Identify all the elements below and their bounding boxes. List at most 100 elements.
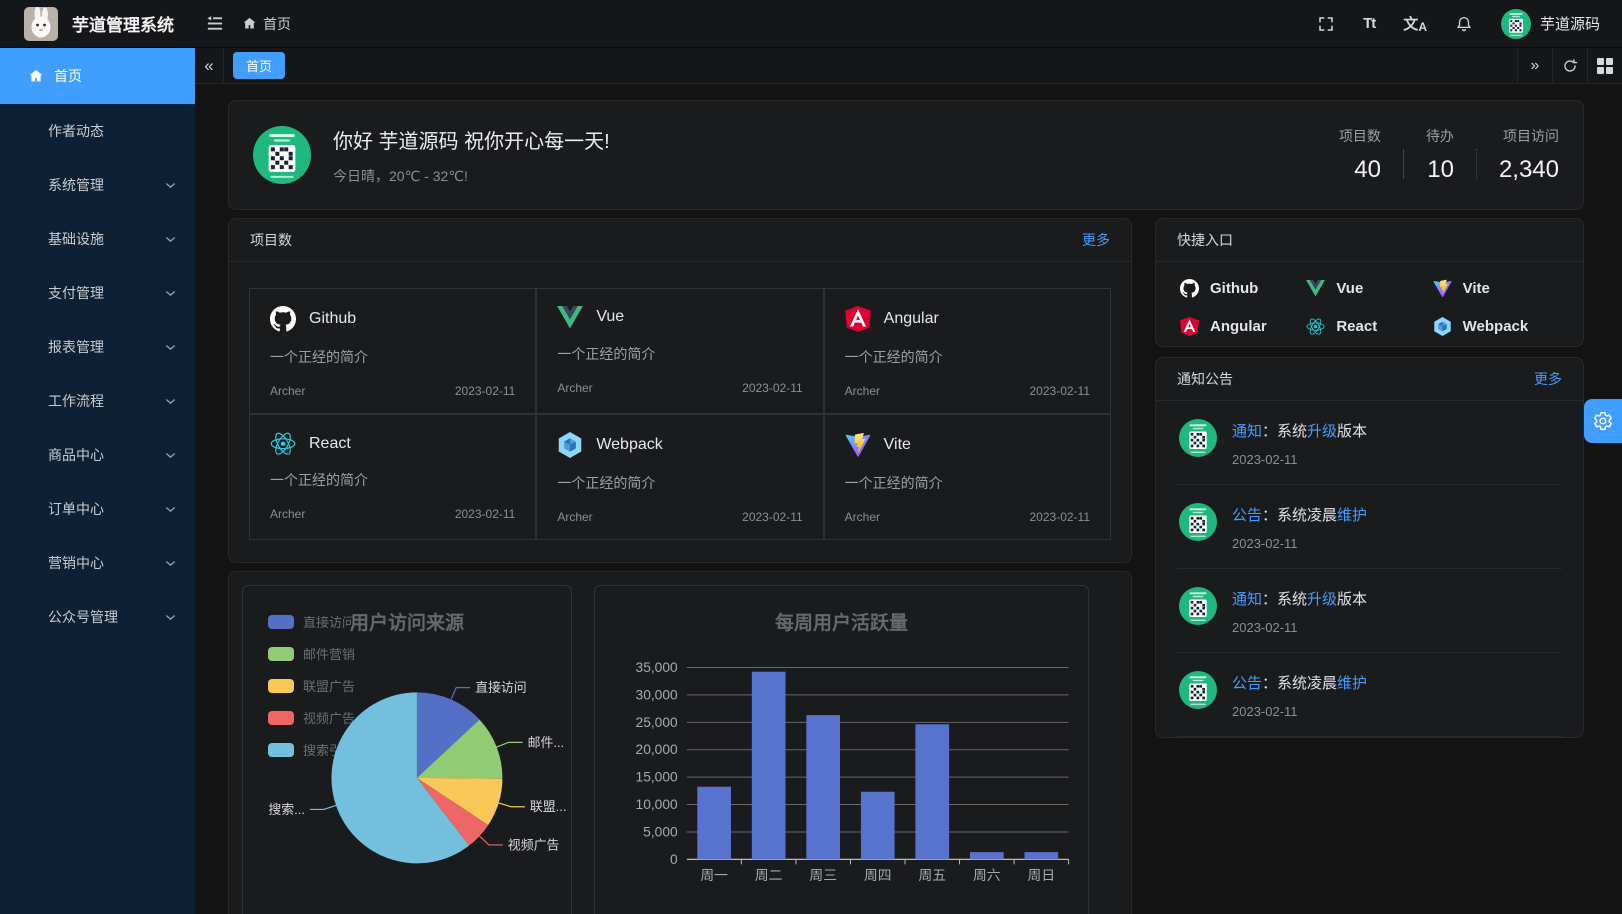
layout-grid-icon[interactable] [1587, 48, 1622, 83]
top-header: 芋道管理系统 首页 Tt 文A 芋道源码 [0, 0, 1622, 48]
sidebar-item-9[interactable]: 营销中心 [0, 536, 195, 590]
sidebar-item-label: 公众号管理 [48, 607, 118, 627]
project-name: Webpack [596, 436, 662, 454]
github-icon [1180, 279, 1199, 298]
project-description: 一个正经的简介 [845, 473, 1090, 493]
notice-item[interactable]: 公告：系统凌晨维护 2023-02-11 [1177, 485, 1562, 569]
tabs-scroll-right-icon[interactable]: » [1517, 48, 1552, 83]
sidebar-item-8[interactable]: 订单中心 [0, 482, 195, 536]
shortcuts-panel-title: 快捷入口 [1177, 230, 1233, 250]
svg-text:周四: 周四 [864, 868, 892, 883]
bar-chart-card: 每周用户活跃量 05,00010,00015,00020,00025,00030… [594, 585, 1089, 914]
translate-icon[interactable]: 文A [1403, 13, 1427, 34]
sidebar-item-1[interactable]: 作者动态 [0, 104, 195, 158]
react-icon [1306, 318, 1325, 335]
shortcut-item[interactable]: Vue [1306, 279, 1432, 298]
app-title: 芋道管理系统 [72, 11, 174, 36]
notice-title: 公告：系统凌晨维护 [1232, 672, 1367, 693]
svg-text:直接访问: 直接访问 [475, 680, 527, 695]
svg-text:周日: 周日 [1028, 868, 1056, 883]
font-size-icon[interactable]: Tt [1363, 15, 1375, 32]
svg-text:视频广告: 视频广告 [508, 837, 560, 852]
notice-item[interactable]: 通知：系统升级版本 2023-02-11 [1177, 401, 1562, 485]
sidebar-item-6[interactable]: 工作流程 [0, 374, 195, 428]
sidebar-item-label: 营销中心 [48, 553, 104, 573]
notice-item[interactable]: 公告：系统凌晨维护 2023-02-11 [1177, 653, 1562, 737]
project-description: 一个正经的简介 [557, 344, 802, 364]
bell-icon[interactable] [1455, 15, 1473, 33]
app-logo-rabbit [24, 7, 58, 41]
refresh-icon[interactable] [1552, 48, 1587, 83]
svg-text:15,000: 15,000 [636, 770, 679, 785]
sidebar-item-3[interactable]: 基础设施 [0, 212, 195, 266]
gear-icon [1593, 411, 1613, 431]
notice-item[interactable]: 通知：系统升级版本 2023-02-11 [1177, 569, 1562, 653]
project-card[interactable]: Vue 一个正经的简介 Archer 2023-02-11 [536, 288, 823, 414]
projects-more-link[interactable]: 更多 [1082, 230, 1110, 250]
sidebar-item-5[interactable]: 报表管理 [0, 320, 195, 374]
sidebar-item-label: 作者动态 [48, 121, 104, 141]
tab-home[interactable]: 首页 [233, 52, 285, 79]
svg-text:0: 0 [670, 852, 678, 867]
menu-fold-icon[interactable] [205, 14, 224, 33]
notices-more-link[interactable]: 更多 [1534, 369, 1562, 389]
notice-date: 2023-02-11 [1232, 452, 1367, 467]
fullscreen-icon[interactable] [1317, 15, 1335, 33]
sidebar-item-10[interactable]: 公众号管理 [0, 590, 195, 644]
sidebar-item-label: 首页 [54, 66, 82, 86]
stat-value: 10 [1426, 156, 1454, 184]
tags-view-bar: « 首页 » [195, 48, 1622, 84]
shortcut-item[interactable]: React [1306, 317, 1432, 336]
stat-item: 待办 10 [1426, 126, 1454, 184]
sidebar-item-7[interactable]: 商品中心 [0, 428, 195, 482]
chevron-down-icon [164, 395, 177, 408]
chevron-down-icon [164, 557, 177, 570]
settings-button[interactable] [1584, 399, 1622, 443]
project-card[interactable]: Webpack 一个正经的简介 Archer 2023-02-11 [536, 414, 823, 540]
react-icon [270, 432, 296, 455]
notice-title: 通知：系统升级版本 [1232, 588, 1367, 609]
stat-label: 项目访问 [1499, 126, 1559, 146]
project-card[interactable]: Vite 一个正经的简介 Archer 2023-02-11 [824, 414, 1111, 540]
tabs-scroll-left-icon[interactable]: « [195, 48, 224, 83]
project-name: Github [309, 310, 356, 328]
sidebar-item-2[interactable]: 系统管理 [0, 158, 195, 212]
sidebar-item-label: 基础设施 [48, 229, 104, 249]
notices-panel-title: 通知公告 [1177, 369, 1233, 389]
svg-text:20,000: 20,000 [636, 742, 679, 757]
stat-value: 2,340 [1499, 156, 1559, 184]
tabs-strip: 首页 [224, 48, 1517, 83]
shortcut-item[interactable]: Webpack [1433, 317, 1559, 336]
github-icon [270, 306, 296, 332]
topbar-actions: Tt 文A 芋道源码 [1317, 9, 1622, 39]
stat-item: 项目访问 2,340 [1499, 126, 1559, 184]
webpack-icon [557, 432, 583, 458]
project-card[interactable]: React 一个正经的简介 Archer 2023-02-11 [249, 414, 536, 540]
project-description: 一个正经的简介 [557, 473, 802, 493]
project-card[interactable]: Angular 一个正经的简介 Archer 2023-02-11 [824, 288, 1111, 414]
user-avatar [1501, 9, 1531, 39]
svg-text:周六: 周六 [973, 868, 1001, 883]
project-author: Archer [270, 507, 305, 521]
shortcut-item[interactable]: Vite [1433, 279, 1559, 298]
breadcrumb[interactable]: 首页 [242, 14, 291, 34]
user-menu[interactable]: 芋道源码 [1501, 9, 1600, 39]
webpack-icon [1433, 317, 1452, 336]
project-date: 2023-02-11 [455, 384, 516, 398]
svg-text:30,000: 30,000 [636, 688, 679, 703]
project-card[interactable]: Github 一个正经的简介 Archer 2023-02-11 [249, 288, 536, 414]
brand[interactable]: 芋道管理系统 [0, 7, 195, 41]
notice-title: 通知：系统升级版本 [1232, 420, 1367, 441]
notice-date: 2023-02-11 [1232, 620, 1367, 635]
svg-text:周一: 周一 [700, 868, 728, 883]
project-name: Vite [884, 436, 911, 454]
sidebar-item-label: 商品中心 [48, 445, 104, 465]
main-content: 你好 芋道源码 祝你开心每一天! 今日晴，20℃ - 32℃! 项目数 40 待… [195, 84, 1622, 914]
shortcut-item[interactable]: Angular [1180, 317, 1306, 336]
svg-text:周二: 周二 [755, 868, 783, 883]
shortcut-item[interactable]: Github [1180, 279, 1306, 298]
notices-panel: 通知公告 更多 通知：系统升级版本 2023-02-11 公告：系统凌晨维护 2… [1155, 357, 1584, 738]
sidebar-item-0[interactable]: 首页 [0, 48, 195, 104]
vue-icon [1306, 280, 1325, 297]
sidebar-item-4[interactable]: 支付管理 [0, 266, 195, 320]
